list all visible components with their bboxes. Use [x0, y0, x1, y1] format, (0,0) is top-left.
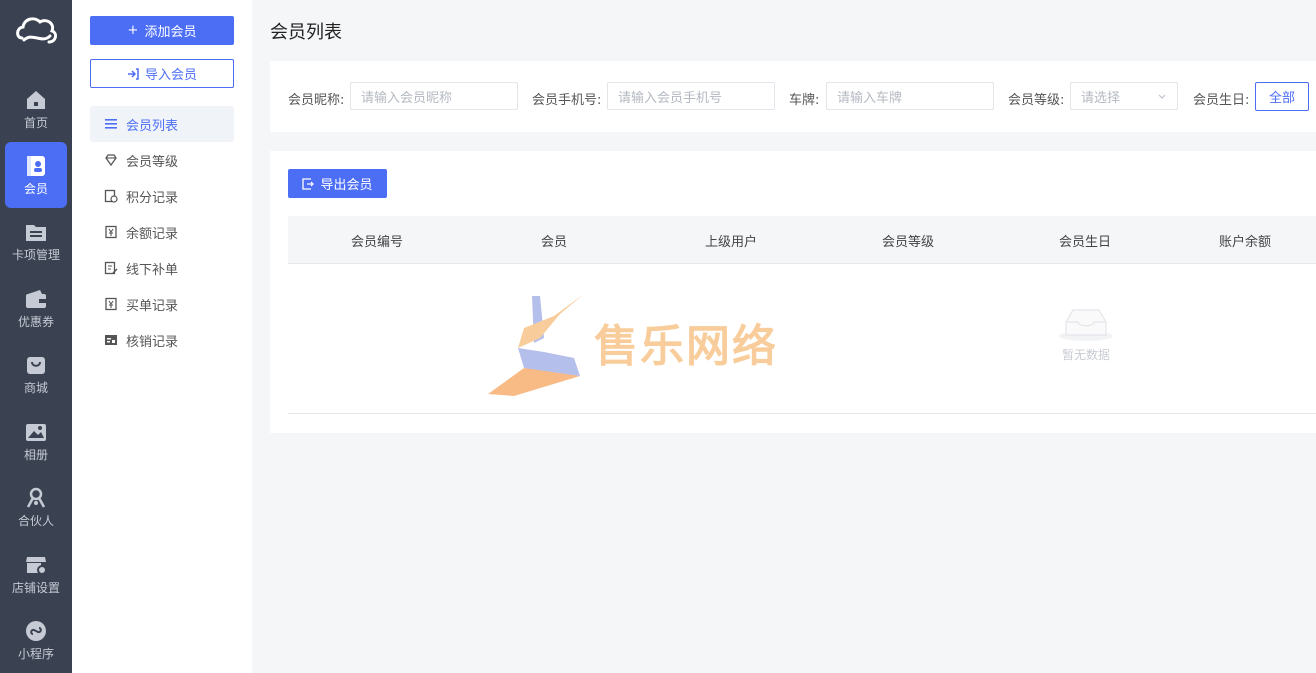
- column-header[interactable]: 会员等级: [819, 216, 997, 264]
- card-folder-icon: [26, 225, 46, 241]
- wallet-icon: [26, 290, 46, 308]
- photo-icon: [26, 424, 46, 441]
- rail-item-card-management[interactable]: 卡项管理: [5, 208, 67, 274]
- empty-text: 暂无数据: [1061, 348, 1110, 362]
- rail-item-label: 商城: [23, 381, 48, 395]
- phone-input[interactable]: 请输入会员手机号: [607, 82, 775, 110]
- rail-item-mini-program[interactable]: 小程序: [5, 607, 67, 673]
- phone-label: 会员手机号:: [532, 93, 602, 108]
- rail-item-store-settings[interactable]: 店铺设置: [5, 541, 67, 607]
- menu-item-member-list[interactable]: 会员列表: [90, 106, 234, 142]
- rail-item-album[interactable]: 相册: [5, 408, 67, 474]
- level-select[interactable]: 请选择: [1070, 82, 1178, 110]
- plate-input[interactable]: 请输入车牌: [826, 82, 994, 110]
- rail-item-label: 合伙人: [17, 514, 54, 528]
- partner-icon: [26, 487, 46, 508]
- export-icon: [302, 177, 315, 190]
- rail-item-label: 店铺设置: [11, 581, 60, 595]
- yen-record-icon: [105, 225, 117, 239]
- menu-item-member-level[interactable]: 会员等级: [90, 142, 234, 178]
- nickname-label: 会员昵称:: [288, 93, 345, 108]
- list-icon: [105, 119, 117, 129]
- import-member-label: 导入会员: [144, 68, 197, 83]
- export-member-button[interactable]: 导出会员: [288, 169, 387, 198]
- table-header: 会员编号 会员 上级用户 会员等级 会员生日 账户余额: [288, 216, 1316, 264]
- rail-item-label: 卡项管理: [11, 248, 60, 262]
- yen-record-icon: [105, 297, 117, 311]
- rail-item-label: 优惠券: [17, 315, 54, 329]
- birthday-all-button[interactable]: 全部: [1255, 82, 1309, 111]
- home-icon: [27, 91, 45, 109]
- menu-item-label: 买单记录: [126, 298, 179, 314]
- diamond-icon: [105, 154, 117, 167]
- page-title: 会员列表: [270, 22, 342, 43]
- rail-item-label: 首页: [23, 116, 48, 130]
- empty-box-icon: [1059, 309, 1113, 341]
- points-record-icon: [104, 189, 118, 203]
- menu-item-label: 会员列表: [126, 118, 179, 134]
- column-header[interactable]: 上级用户: [642, 216, 820, 264]
- rail-item-label: 会员: [23, 182, 48, 196]
- store-settings-icon: [26, 557, 47, 575]
- menu-item-bill-record[interactable]: 买单记录: [90, 286, 234, 322]
- shopping-bag-icon: [27, 357, 45, 374]
- document-edit-icon: [104, 261, 118, 275]
- menu-item-label: 积分记录: [126, 190, 179, 206]
- column-header[interactable]: 会员编号: [288, 216, 466, 264]
- mini-program-icon: [26, 621, 46, 641]
- level-label: 会员等级:: [1008, 93, 1065, 108]
- empty-state: 暂无数据: [1056, 304, 1116, 363]
- brand-logo-icon: [488, 294, 584, 396]
- menu-item-label: 会员等级: [126, 154, 179, 170]
- rail-item-home[interactable]: 首页: [5, 76, 67, 142]
- rail-item-label: 小程序: [17, 647, 54, 661]
- import-icon: [127, 67, 139, 80]
- rail-item-mall[interactable]: 商城: [5, 341, 67, 407]
- menu-item-verification-record[interactable]: 核销记录: [90, 322, 234, 358]
- menu-item-label: 余额记录: [126, 226, 179, 242]
- column-header[interactable]: 账户余额: [1174, 216, 1316, 264]
- main-sidebar: 首页 会员 卡项管理 优惠券 商城 相册 合伙人 店铺设置 小程序: [0, 0, 72, 673]
- verification-icon: [105, 335, 117, 345]
- birthday-label: 会员生日:: [1193, 93, 1250, 108]
- plate-label: 车牌:: [789, 93, 820, 108]
- plus-icon: +: [127, 23, 139, 38]
- app-logo-icon[interactable]: [14, 14, 58, 50]
- watermark-text: 售乐网络: [594, 321, 778, 372]
- chevron-down-icon: [1158, 94, 1166, 99]
- import-member-button[interactable]: 导入会员: [90, 59, 234, 88]
- member-card-icon: [27, 156, 45, 176]
- nickname-input[interactable]: 请输入会员昵称: [350, 82, 518, 110]
- level-select-value: 请选择: [1081, 90, 1121, 106]
- sub-navigation: + 添加会员 导入会员 会员列表 会员等级 积分记录 余额记录 线下补单 买单记…: [72, 0, 252, 673]
- menu-item-balance-record[interactable]: 余额记录: [90, 214, 234, 250]
- filter-panel: 会员昵称: 请输入会员昵称 会员手机号: 请输入会员手机号 车牌: 请输入车牌 …: [270, 61, 1316, 132]
- add-member-button[interactable]: + 添加会员: [90, 16, 234, 45]
- brand-watermark: 售乐网络: [484, 288, 824, 400]
- add-member-label: 添加会员: [144, 25, 197, 40]
- menu-item-offline-order[interactable]: 线下补单: [90, 250, 234, 286]
- menu-item-label: 线下补单: [126, 262, 179, 278]
- rail-item-coupon[interactable]: 优惠券: [5, 275, 67, 341]
- rail-item-label: 相册: [23, 448, 48, 462]
- column-header[interactable]: 会员生日: [996, 216, 1174, 264]
- rail-item-partner[interactable]: 合伙人: [5, 474, 67, 540]
- menu-item-label: 核销记录: [126, 334, 179, 350]
- column-header[interactable]: 会员: [465, 216, 643, 264]
- export-member-label: 导出会员: [320, 178, 373, 193]
- rail-item-member[interactable]: 会员: [5, 142, 67, 208]
- menu-item-points-record[interactable]: 积分记录: [90, 178, 234, 214]
